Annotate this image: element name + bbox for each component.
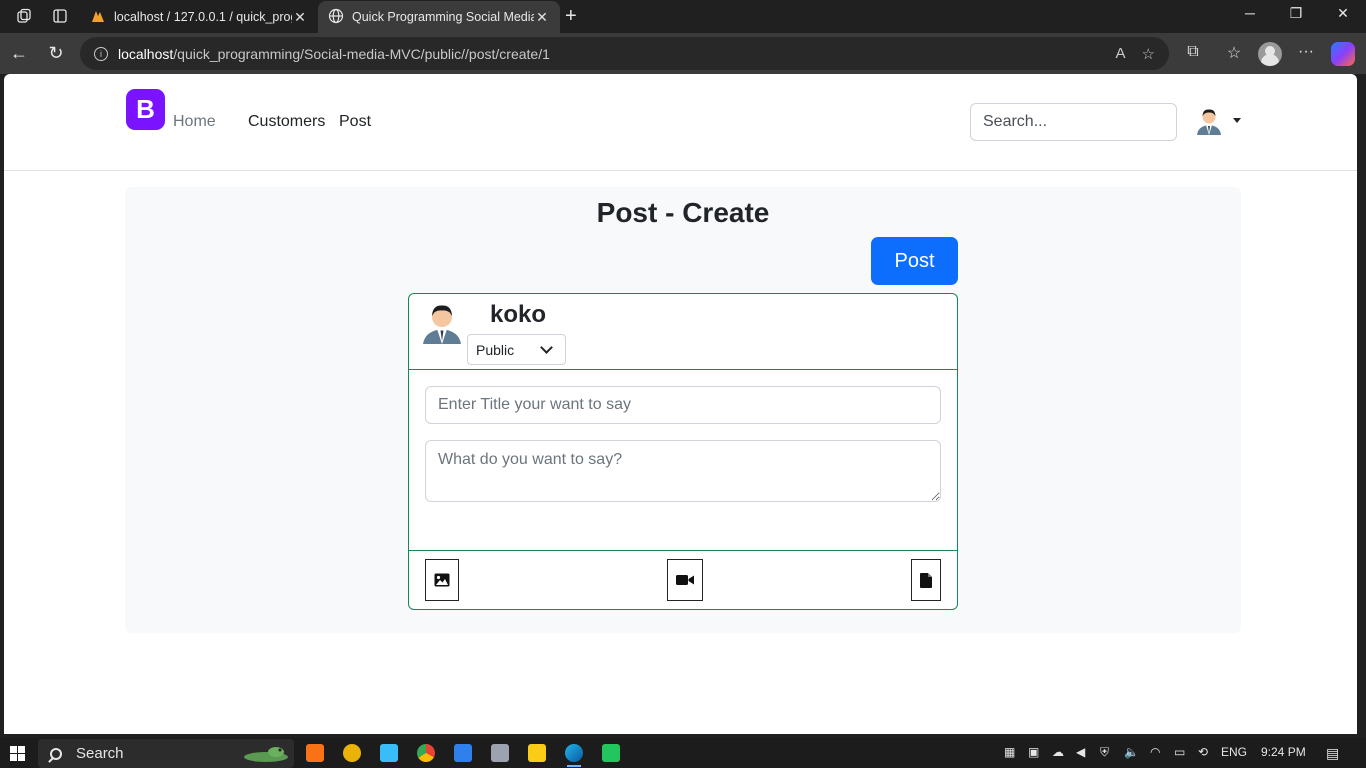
- display-icon[interactable]: ⟲: [1198, 745, 1208, 759]
- remote-desktop-icon[interactable]: [380, 744, 398, 762]
- language-indicator[interactable]: ENG: [1221, 745, 1247, 759]
- post-title-input[interactable]: [425, 386, 941, 424]
- chevron-down-icon: [540, 341, 553, 354]
- minimize-icon[interactable]: ─: [1227, 5, 1273, 21]
- address-row: ← ↻ i localhost/quick_programming/Social…: [0, 33, 1366, 74]
- attach-file-button[interactable]: [911, 559, 941, 601]
- post-composer-card: koko Public: [408, 293, 958, 610]
- more-menu-icon[interactable]: ···: [1294, 43, 1318, 61]
- image-icon: [434, 573, 450, 587]
- nav-link-customers[interactable]: Customers: [248, 113, 325, 131]
- file-icon: [920, 572, 932, 588]
- search-input[interactable]: [970, 103, 1177, 141]
- restore-icon[interactable]: ❐: [1273, 5, 1319, 22]
- composer-header: koko Public: [409, 294, 957, 370]
- close-tab-icon[interactable]: ✕: [534, 9, 550, 26]
- wifi-icon[interactable]: ◠: [1150, 745, 1160, 759]
- nav-link-post[interactable]: Post: [339, 113, 371, 131]
- chrome-icon[interactable]: [417, 744, 435, 762]
- extensions-icon[interactable]: ⧉: [1181, 43, 1205, 61]
- caret-down-icon[interactable]: [1233, 118, 1241, 123]
- notification-tray-icon[interactable]: ◀: [1076, 745, 1085, 759]
- video-camera-icon: [676, 575, 694, 585]
- site-navbar: B Home Customers Post: [4, 74, 1357, 171]
- copilot-icon[interactable]: [1331, 42, 1355, 66]
- privacy-select[interactable]: Public: [467, 334, 566, 365]
- user-avatar-icon[interactable]: [1196, 107, 1222, 135]
- close-window-icon[interactable]: ✕: [1320, 5, 1366, 22]
- battery-icon[interactable]: ▭: [1174, 745, 1185, 759]
- favorites-icon[interactable]: ☆: [1222, 43, 1246, 63]
- onedrive-icon[interactable]: ☁: [1052, 745, 1064, 759]
- apache-tray-icon[interactable]: ▣: [1028, 745, 1039, 759]
- app-pinned-icon[interactable]: [343, 744, 361, 762]
- new-tab-icon[interactable]: +: [565, 5, 577, 28]
- file-explorer-icon[interactable]: [528, 744, 546, 762]
- taskbar-search-label: Search: [76, 745, 124, 762]
- xampp-tray-icon[interactable]: ▦: [1004, 745, 1015, 759]
- phpmyadmin-icon: [90, 9, 106, 26]
- xampp-icon[interactable]: [306, 744, 324, 762]
- clock[interactable]: 9:24 PM: [1261, 745, 1306, 759]
- url-host: localhost: [118, 45, 174, 62]
- address-bar[interactable]: i localhost/quick_programming/Social-med…: [80, 37, 1169, 70]
- site-info-icon[interactable]: i: [94, 46, 108, 61]
- favorite-star-icon[interactable]: ☆: [1142, 45, 1155, 63]
- tab-actions-icon[interactable]: [50, 6, 70, 26]
- attach-video-button[interactable]: [667, 559, 703, 601]
- browser-tab-bar: localhost / 127.0.0.1 / quick_progr ✕ Qu…: [0, 0, 1366, 33]
- refresh-icon[interactable]: ↻: [45, 43, 67, 64]
- back-icon[interactable]: ←: [8, 43, 30, 64]
- author-avatar-icon: [423, 305, 461, 344]
- edge-icon[interactable]: [565, 744, 583, 767]
- profile-avatar-icon[interactable]: [1258, 42, 1282, 66]
- post-body-textarea[interactable]: [425, 440, 941, 502]
- workspaces-icon[interactable]: [14, 6, 34, 26]
- author-username: koko: [490, 301, 547, 328]
- tab-phpmyadmin[interactable]: localhost / 127.0.0.1 / quick_progr ✕: [80, 1, 318, 33]
- globe-icon: [328, 8, 344, 27]
- nav-link-home[interactable]: Home: [173, 113, 216, 131]
- os-taskbar: Search ▦ ▣ ☁ ◀ ⛨ 🔈 ◠ ▭ ⟲ ENG 9:24 PM ▤: [0, 738, 1366, 768]
- search-highlight-icon: [244, 747, 288, 762]
- page-viewport: B Home Customers Post Post - Create Post…: [4, 74, 1357, 734]
- volume-icon[interactable]: 🔈: [1124, 745, 1139, 759]
- read-aloud-icon[interactable]: A: [1116, 45, 1126, 63]
- tab-title: localhost / 127.0.0.1 / quick_progr: [114, 10, 292, 24]
- url-path: /quick_programming/Social-media-MVC/publ…: [173, 45, 550, 62]
- notifications-icon[interactable]: ▤: [1326, 745, 1339, 762]
- git-icon[interactable]: [602, 744, 620, 762]
- notepad-icon[interactable]: [491, 744, 509, 762]
- bootstrap-logo[interactable]: B: [126, 89, 165, 130]
- taskbar-search[interactable]: Search: [38, 739, 294, 768]
- attach-image-button[interactable]: [425, 559, 459, 601]
- page-title: Post - Create: [596, 197, 770, 228]
- security-shield-icon[interactable]: ⛨: [1100, 745, 1109, 760]
- composer-footer: [409, 550, 957, 609]
- search-icon: [50, 747, 62, 760]
- tab-title: Quick Programming Social Media: [352, 10, 534, 24]
- privacy-selected-value: Public: [476, 341, 515, 358]
- vscode-icon[interactable]: [454, 744, 472, 762]
- windows-start-icon[interactable]: [10, 746, 25, 761]
- submit-post-button[interactable]: Post: [871, 237, 958, 285]
- close-tab-icon[interactable]: ✕: [292, 9, 308, 26]
- tab-social-media[interactable]: Quick Programming Social Media ✕: [318, 1, 560, 33]
